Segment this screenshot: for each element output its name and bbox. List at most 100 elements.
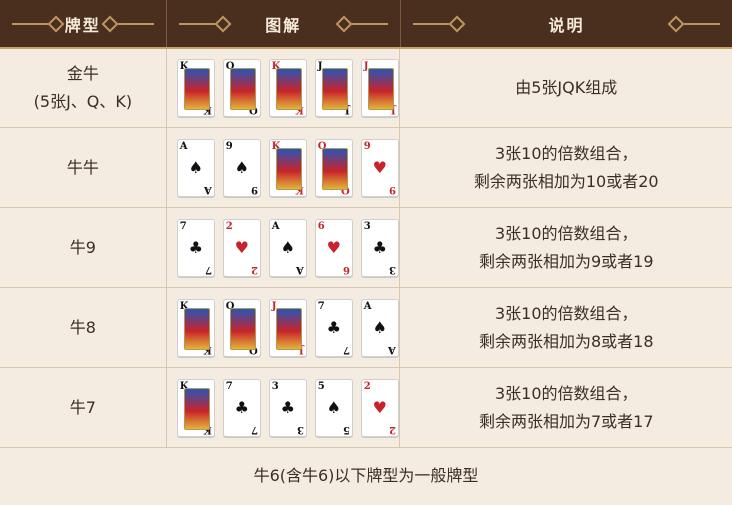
cards-cell: AA♠99♠KKQQ99♥ bbox=[167, 128, 401, 207]
card-rank: A bbox=[271, 220, 280, 232]
face-card-art-icon bbox=[183, 68, 210, 110]
playing-card: 7 7 ♣ bbox=[176, 218, 215, 277]
type-label: 金牛 bbox=[66, 64, 99, 83]
footer-note: 牛6(含牛6)以下牌型为一般牌型 bbox=[0, 443, 732, 505]
suit-icon: ♣ bbox=[372, 237, 387, 257]
playing-card: 9 9 ♥ bbox=[360, 138, 399, 197]
ornament-left-icon bbox=[412, 15, 466, 32]
header-col-description: 说明 bbox=[401, 0, 732, 47]
type-label: 牛牛 bbox=[66, 157, 99, 177]
card-rank-bottom: A bbox=[204, 183, 212, 195]
playing-card: 9 9 ♠ bbox=[222, 138, 261, 197]
description-cell: 3张10的倍数组合， 剩余两张相加为7或者17 bbox=[400, 368, 732, 447]
suit-icon: ♣ bbox=[280, 397, 295, 417]
face-card-art-icon bbox=[275, 68, 302, 110]
cards-cell: KKQQJJ 7 7♣ A A♠ bbox=[167, 288, 401, 367]
description-line: 剩余两张相加为10或者20 bbox=[473, 171, 659, 191]
ornament-left-icon bbox=[178, 15, 232, 32]
ornament-right-icon bbox=[101, 15, 154, 32]
card-rank-bottom: 9 bbox=[250, 183, 258, 195]
footer-text: 牛6(含牛6)以下牌型为一般牌型 bbox=[253, 466, 479, 485]
card-rank: 3 bbox=[363, 220, 371, 232]
suit-icon: ♠ bbox=[234, 157, 249, 177]
card-rank-bottom: 7 bbox=[342, 343, 350, 355]
playing-card: JJ bbox=[360, 59, 399, 117]
type-label: 牛8 bbox=[69, 317, 96, 337]
header-col-type-label: 牌型 bbox=[64, 15, 101, 35]
ornament-right-icon bbox=[667, 15, 720, 32]
type-sublabel: (5张J、Q、K) bbox=[33, 92, 133, 111]
suit-icon: ♣ bbox=[326, 317, 341, 337]
poker-rules-table: 牌型 图解 说明 金牛 (5张J、Q、K) KKQQKKJJJJ bbox=[0, 0, 732, 505]
type-label: 牛9 bbox=[69, 237, 96, 257]
card-rank: 6 bbox=[317, 220, 325, 232]
table-row: 牛7 KK77♣33♣55♠22♥ 3张10的倍数组合， 剩余两张相加为7或者1… bbox=[0, 368, 732, 448]
description-line: 3张10的倍数组合， bbox=[494, 303, 638, 323]
card-rank-bottom: 2 bbox=[388, 423, 396, 435]
card-rank: A bbox=[363, 300, 372, 312]
cards-cell: KKQQKKJJJJ bbox=[167, 49, 401, 127]
card-rank-bottom: A bbox=[296, 263, 304, 275]
suit-icon: ♠ bbox=[372, 317, 387, 337]
playing-card: A A ♠ bbox=[176, 138, 215, 197]
face-card-art-icon bbox=[321, 147, 348, 190]
face-card-art-icon bbox=[367, 68, 394, 110]
description-line: 剩余两张相加为9或者19 bbox=[478, 251, 654, 271]
playing-card: 2 2 ♥ bbox=[360, 378, 399, 437]
card-rank-bottom: 6 bbox=[342, 263, 350, 275]
description-cell: 3张10的倍数组合， 剩余两张相加为9或者19 bbox=[400, 208, 732, 287]
table-header: 牌型 图解 说明 bbox=[0, 0, 732, 49]
suit-icon: ♠ bbox=[280, 237, 295, 257]
description-line: 剩余两张相加为8或者18 bbox=[478, 331, 654, 351]
type-cell: 牛7 bbox=[0, 368, 167, 447]
face-card-art-icon bbox=[229, 68, 256, 110]
playing-card: KK bbox=[268, 59, 307, 117]
card-rank: 9 bbox=[363, 140, 371, 152]
description-line: 3张10的倍数组合， bbox=[494, 223, 638, 243]
playing-card: QQ bbox=[222, 59, 261, 117]
card-rank-bottom: 3 bbox=[296, 423, 304, 435]
playing-card: JJ bbox=[314, 59, 353, 117]
playing-card: 3 3 ♣ bbox=[268, 378, 307, 437]
playing-card: QQ bbox=[222, 298, 261, 357]
description-cell: 由5张JQK组成 bbox=[400, 49, 732, 127]
face-card-art-icon bbox=[229, 307, 256, 350]
header-col-illustration: 图解 bbox=[167, 0, 401, 47]
table-row: 牛牛 AA♠99♠KKQQ99♥ 3张10的倍数组合， 剩余两张相加为10或者2… bbox=[0, 128, 732, 208]
type-cell: 牛9 bbox=[0, 208, 167, 287]
header-col-illustration-label: 图解 bbox=[265, 15, 302, 35]
suit-icon: ♥ bbox=[326, 237, 341, 257]
face-card-art-icon bbox=[275, 147, 302, 190]
description-cell: 3张10的倍数组合， 剩余两张相加为8或者18 bbox=[400, 288, 732, 367]
card-rank: 7 bbox=[179, 220, 187, 232]
cards-cell: KK77♣33♣55♠22♥ bbox=[167, 368, 401, 447]
card-rank: 2 bbox=[225, 220, 233, 232]
table-body: 金牛 (5张J、Q、K) KKQQKKJJJJ 由5张JQK组成 牛牛 bbox=[0, 49, 732, 448]
card-rank-bottom: 3 bbox=[388, 263, 396, 275]
playing-card: 5 5 ♠ bbox=[314, 378, 353, 437]
card-rank-bottom: A bbox=[388, 343, 396, 355]
suit-icon: ♣ bbox=[188, 237, 203, 257]
card-rank: 7 bbox=[225, 380, 233, 392]
card-rank: 5 bbox=[317, 380, 325, 392]
table-row: 牛8 KKQQJJ 7 7♣ A A♠ 3张10的倍数组合， 剩余两张相加为8或者18 bbox=[0, 288, 732, 368]
type-cell: 金牛 (5张J、Q、K) bbox=[0, 49, 167, 127]
face-card-art-icon bbox=[321, 68, 348, 110]
face-card-art-icon bbox=[275, 307, 302, 350]
face-card-art-icon bbox=[183, 307, 210, 350]
suit-icon: ♥ bbox=[372, 157, 387, 177]
suit-icon: ♥ bbox=[372, 397, 387, 417]
playing-card: KK bbox=[176, 298, 215, 357]
face-card-art-icon bbox=[183, 387, 210, 430]
playing-card: 7 7 ♣ bbox=[222, 378, 261, 437]
playing-card: JJ bbox=[268, 298, 307, 357]
suit-icon: ♠ bbox=[188, 157, 203, 177]
playing-card: A A ♠ bbox=[268, 218, 307, 277]
card-rank-bottom: 7 bbox=[204, 263, 212, 275]
card-rank-bottom: 9 bbox=[388, 183, 396, 195]
card-rank: 3 bbox=[271, 380, 279, 392]
card-rank: 2 bbox=[363, 380, 371, 392]
card-rank-bottom: 7 bbox=[250, 423, 258, 435]
ornament-left-icon bbox=[12, 15, 65, 32]
playing-card: QQ bbox=[314, 138, 353, 197]
